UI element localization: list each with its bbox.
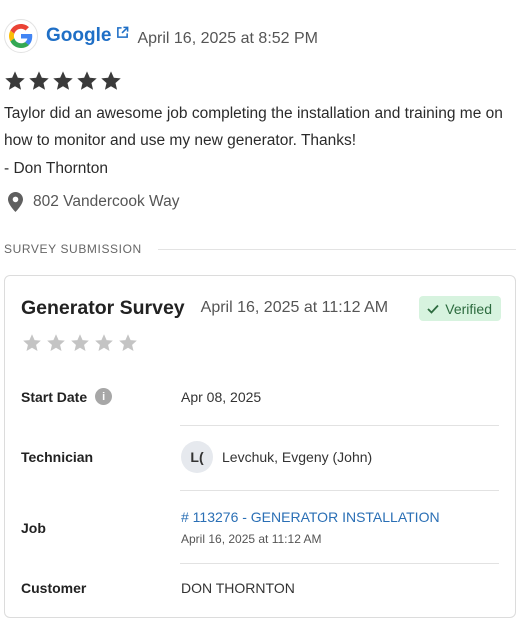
field-technician: Technician L( Levchuk, Evgeny (John) xyxy=(21,441,499,473)
review-date: April 16, 2025 at 8:52 PM xyxy=(137,30,319,47)
row-divider xyxy=(180,425,499,426)
start-date-label: Start Date xyxy=(21,388,88,405)
google-review: Google April 16, 2025 at 8:52 PM Taylor … xyxy=(4,16,524,215)
field-customer: Customer DON THORNTON xyxy=(21,580,499,596)
technician-name: Levchuk, Evgeny (John) xyxy=(222,449,373,465)
star-icon xyxy=(77,71,97,90)
survey-card-header: Generator Survey April 16, 2025 at 11:12… xyxy=(21,296,501,321)
star-icon xyxy=(101,71,121,90)
star-icon[interactable] xyxy=(46,333,66,353)
survey-card: Generator Survey April 16, 2025 at 11:12… xyxy=(4,275,516,618)
survey-rating[interactable] xyxy=(22,333,138,353)
review-signature: - Don Thornton xyxy=(4,160,108,177)
technician-label: Technician xyxy=(21,449,94,465)
star-icon xyxy=(5,71,25,90)
row-divider xyxy=(180,490,499,491)
field-job: Job # 113276 - GENERATOR INSTALLATION Ap… xyxy=(21,509,499,546)
star-icon[interactable] xyxy=(118,333,138,353)
star-icon[interactable] xyxy=(70,333,90,353)
job-link[interactable]: # 113276 - GENERATOR INSTALLATION xyxy=(181,509,440,525)
external-link-icon xyxy=(117,26,129,38)
job-label: Job xyxy=(21,519,46,536)
star-icon[interactable] xyxy=(94,333,114,353)
address-text: 802 Vandercook Way xyxy=(33,193,180,210)
map-pin-icon xyxy=(8,192,23,212)
verified-label: Verified xyxy=(445,300,492,317)
survey-submission-heading: SURVEY SUBMISSION xyxy=(4,242,516,256)
verified-badge: Verified xyxy=(419,296,501,321)
section-divider xyxy=(157,248,516,250)
review-rating xyxy=(4,70,524,94)
check-icon xyxy=(427,304,439,314)
avatar: L( xyxy=(181,441,213,473)
review-source-label: Google xyxy=(46,25,112,46)
review-address: 802 Vandercook Way xyxy=(4,189,524,215)
field-start-date: Start Date i Apr 08, 2025 xyxy=(21,388,499,405)
survey-title: Generator Survey xyxy=(21,297,185,319)
customer-label: Customer xyxy=(21,580,87,596)
star-icon xyxy=(29,71,49,90)
review-header: Google April 16, 2025 at 8:52 PM xyxy=(4,16,524,56)
survey-date: April 16, 2025 at 11:12 AM xyxy=(200,298,389,316)
google-logo-icon xyxy=(4,19,38,53)
row-divider xyxy=(180,563,499,564)
google-review-link[interactable]: Google xyxy=(46,25,129,47)
customer-value: DON THORNTON xyxy=(181,580,295,596)
section-title-text: SURVEY SUBMISSION xyxy=(4,242,142,256)
info-icon[interactable]: i xyxy=(95,388,113,405)
star-icon xyxy=(53,71,73,90)
job-date: April 16, 2025 at 11:12 AM xyxy=(181,532,322,546)
star-icon[interactable] xyxy=(22,333,42,353)
start-date-value: Apr 08, 2025 xyxy=(181,388,262,405)
review-text: Taylor did an awesome job completing the… xyxy=(4,105,503,149)
